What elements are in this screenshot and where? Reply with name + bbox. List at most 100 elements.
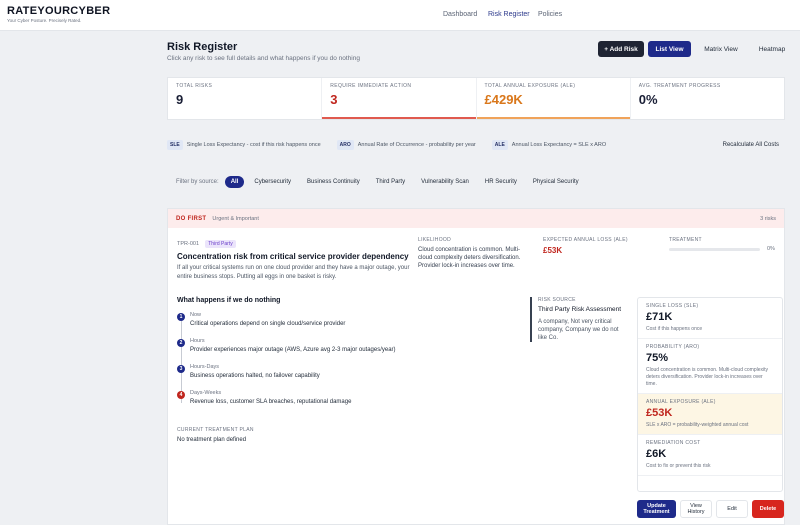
metric-sub: Cloud concentration is common. Multi-clo…: [646, 367, 768, 387]
likelihood-label: Likelihood: [418, 237, 452, 243]
page-subtitle: Click any risk to see full details and w…: [167, 55, 360, 62]
filter-label: Filter by source:: [176, 179, 219, 185]
edit-button[interactable]: Edit: [716, 500, 748, 518]
treatment-plan-label: Current Treatment Plan: [177, 427, 254, 433]
stat-label: Total Risks: [176, 83, 213, 89]
risk-source-tag: Third Party: [205, 240, 236, 248]
top-bar: RATEYOURCYBER Your Cyber Posture. Precis…: [0, 0, 800, 31]
view-history-button[interactable]: View History: [680, 500, 712, 518]
filter-chip-physical-security[interactable]: Physical Security: [527, 176, 585, 188]
treatment-percent: 0%: [767, 246, 775, 252]
metric-label: Single Loss (SLE): [646, 303, 699, 309]
stat-value: £429K: [484, 92, 523, 107]
metric-remediation: Remediation Cost £6K Cost to fix or prev…: [638, 435, 782, 476]
risk-row[interactable]: TPR-001 Third Party Concentration risk f…: [177, 238, 412, 282]
metric-value: 75%: [646, 352, 669, 364]
timeline-step-text: Revenue loss, customer SLA breaches, rep…: [190, 399, 352, 405]
brand-tagline: Your Cyber Posture. Precisely Rated.: [7, 18, 82, 23]
risk-source-title: Third Party Risk Assessment: [538, 306, 622, 313]
stat-label: Total Annual Exposure (ALE): [484, 83, 576, 89]
stat-immediate-action: Require Immediate Action 3: [322, 78, 477, 119]
risk-source-text: A company, Not very critical company, Co…: [538, 319, 619, 341]
stat-label: Require Immediate Action: [330, 83, 412, 89]
update-treatment-button[interactable]: Update Treatment: [637, 500, 676, 518]
risk-description: If all your critical systems run on one …: [177, 265, 410, 280]
metric-value: £6K: [646, 448, 667, 460]
filter-chip-hr-security[interactable]: HR Security: [479, 176, 523, 188]
expected-loss-block: Expected Annual Loss (ALE) £53K: [543, 237, 643, 255]
ale-tag: ALE: [491, 140, 508, 150]
ale-label: Expected Annual Loss (ALE): [543, 237, 628, 243]
heatmap-button[interactable]: Heatmap: [751, 41, 793, 57]
likelihood-text: Cloud concentration is common. Multi-clo…: [418, 247, 521, 269]
nav-dashboard[interactable]: Dashboard: [443, 11, 477, 18]
metric-value: £71K: [646, 311, 673, 323]
aro-text: Annual Rate of Occurrence - probability …: [357, 142, 476, 148]
stats-panel: Total Risks 9 Require Immediate Action 3…: [167, 77, 785, 120]
filter-chip-cybersecurity[interactable]: Cybersecurity: [248, 176, 297, 188]
group-subtitle: Urgent & Important: [212, 215, 259, 222]
timeline-step-when: Days-Weeks: [190, 390, 222, 396]
metric-ale: Annual Exposure (ALE) £53K SLE x ARO = p…: [638, 394, 782, 435]
metric-sub: Cost to fix or prevent this risk: [646, 463, 711, 469]
filter-chip-third-party[interactable]: Third Party: [370, 176, 411, 188]
list-view-button[interactable]: List View: [648, 41, 691, 57]
aro-tag: ARO: [336, 140, 354, 150]
group-risk-count: 3 risks: [760, 215, 776, 222]
nav-risk-register[interactable]: Risk Register: [488, 11, 530, 18]
timeline-step-dot: 4: [177, 391, 185, 399]
filter-chip-all[interactable]: All: [224, 176, 245, 188]
cost-legend: SLE Single Loss Expectancy - cost if thi…: [167, 134, 785, 156]
stat-annual-exposure: Total Annual Exposure (ALE) £429K: [476, 78, 631, 119]
risk-title[interactable]: Concentration risk from critical service…: [177, 252, 412, 261]
delete-button[interactable]: Delete: [752, 500, 784, 518]
group-header-do-first[interactable]: DO FIRST Urgent & Important 3 risks: [168, 209, 784, 228]
filter-chip-vulnerability-scan[interactable]: Vulnerability Scan: [415, 176, 475, 188]
likelihood-block: Likelihood Cloud concentration is common…: [418, 237, 530, 270]
recalculate-costs-button[interactable]: Recalculate All Costs: [723, 142, 779, 148]
filter-chip-business-continuity[interactable]: Business Continuity: [301, 176, 366, 188]
stat-treatment-progress: Avg. Treatment Progress 0%: [631, 78, 784, 119]
stat-label: Avg. Treatment Progress: [638, 83, 721, 89]
stat-value: 0%: [638, 92, 658, 107]
stat-value: 9: [176, 92, 184, 107]
timeline-step-dot: 2: [177, 339, 185, 347]
risk-group-card: DO FIRST Urgent & Important 3 risks TPR-…: [167, 208, 785, 525]
metric-sub: SLE x ARO = probability-weighted annual …: [646, 422, 749, 428]
timeline-step-text: Provider experiences major outage (AWS, …: [190, 347, 396, 353]
nav-policies[interactable]: Policies: [538, 11, 562, 18]
metric-label: Probability (ARO): [646, 344, 700, 350]
page-title: Risk Register: [167, 41, 238, 53]
timeline-step-when: Hours-Days: [190, 364, 220, 370]
metric-sub: Cost if this happens once: [646, 326, 703, 332]
risk-source-panel: Risk Source Third Party Risk Assessment …: [530, 297, 622, 342]
add-risk-button[interactable]: + Add Risk: [598, 41, 644, 57]
matrix-view-button[interactable]: Matrix View: [697, 41, 745, 57]
brand-logo[interactable]: RATEYOURCYBER: [7, 5, 110, 17]
stat-value: 3: [330, 92, 338, 107]
cost-metrics-panel: Single Loss (SLE) £71K Cost if this happ…: [637, 297, 783, 492]
timeline-step-when: Hours: [190, 338, 205, 344]
sle-tag: SLE: [167, 140, 183, 150]
group-title: DO FIRST: [176, 215, 207, 222]
treatment-progress-bar: [669, 248, 760, 251]
treatment-label: Treatment: [669, 237, 702, 243]
metric-label: Annual Exposure (ALE): [646, 399, 716, 405]
risk-source-label: Risk Source: [538, 297, 576, 303]
timeline-step-dot: 3: [177, 365, 185, 373]
metric-value: £53K: [646, 407, 673, 419]
timeline-step-when: Now: [190, 312, 202, 318]
metric-aro: Probability (ARO) 75% Cloud concentratio…: [638, 339, 782, 394]
timeline-step-text: Critical operations depend on single clo…: [190, 321, 346, 327]
do-nothing-title: What happens if we do nothing: [177, 297, 281, 304]
treatment-block: Treatment: [669, 237, 779, 243]
metric-sle: Single Loss (SLE) £71K Cost if this happ…: [638, 298, 782, 339]
metric-label: Remediation Cost: [646, 440, 701, 446]
timeline-step-text: Business operations halted, no failover …: [190, 373, 320, 379]
treatment-plan-text: No treatment plan defined: [177, 437, 247, 443]
source-filter: Filter by source: All Cybersecurity Busi…: [176, 176, 589, 188]
ale-text: Annual Loss Expectancy = SLE x ARO: [511, 142, 607, 148]
stat-total-risks: Total Risks 9: [168, 78, 323, 119]
risk-id: TPR-001: [177, 241, 200, 247]
timeline-step-dot: 1: [177, 313, 185, 321]
